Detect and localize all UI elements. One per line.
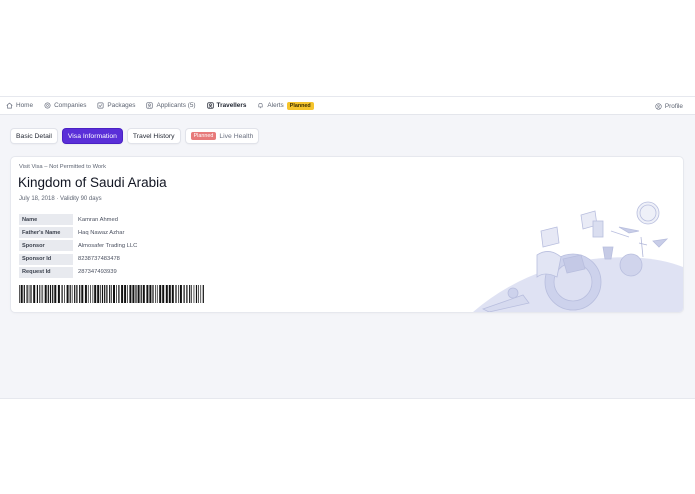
barcode: [19, 285, 204, 303]
tab-travel-history[interactable]: Travel History: [127, 129, 180, 143]
field-value: 8238737483478: [78, 256, 120, 263]
tab-label: Live Health: [219, 132, 254, 140]
visa-country: Kingdom of Saudi Arabia: [18, 175, 167, 190]
home-icon: [6, 102, 13, 109]
nav-label: Travellers: [216, 102, 247, 109]
top-nav: Home Companies Packages Applicants (5) T…: [0, 97, 695, 115]
field-label: Sponsor Id: [19, 253, 73, 265]
applicants-icon: [146, 102, 154, 109]
nav-item-applicants[interactable]: Applicants (5): [146, 102, 196, 109]
nav-item-packages[interactable]: Packages: [97, 102, 135, 109]
profile-label: Profile: [664, 102, 683, 110]
visa-type: Visit Visa – Not Permitted to Work: [19, 164, 106, 170]
field-row: Sponsor Id 8238737483478: [19, 253, 137, 266]
field-row: Name Kamran Ahmed: [19, 213, 137, 226]
planned-badge: Planned: [286, 101, 314, 110]
nav-item-companies[interactable]: Companies: [44, 102, 86, 109]
tab-live-health[interactable]: Planned Live Health: [185, 129, 259, 143]
user-icon: [655, 102, 662, 110]
nav-label: Packages: [107, 102, 136, 109]
field-label: Sponsor: [19, 240, 73, 252]
field-row: Request Id 287347493939: [19, 266, 137, 279]
package-icon: [97, 102, 104, 109]
field-value: Haq Nawaz Azhar: [78, 229, 125, 236]
profile-link[interactable]: Profile: [655, 97, 683, 115]
field-value: 287347493939: [78, 269, 117, 276]
field-row: Sponsor Almosafer Trading LLC: [19, 239, 137, 252]
visa-card: Visit Visa – Not Permitted to Work Kingd…: [11, 157, 683, 312]
nav-label: Applicants (5): [156, 102, 196, 109]
nav-label: Companies: [54, 102, 87, 109]
planned-badge: Planned: [190, 132, 217, 140]
nav-item-home[interactable]: Home: [6, 102, 33, 109]
visa-validity: July 18, 2018 · Validity 90 days: [19, 196, 102, 202]
tab-visa-information[interactable]: Visa Information: [62, 129, 122, 143]
building-icon: [44, 102, 51, 109]
field-value: Almosafer Trading LLC: [78, 242, 138, 249]
traveller-icon: [206, 102, 214, 109]
field-label: Father's Name: [19, 227, 73, 239]
app-shell: Home Companies Packages Applicants (5) T…: [0, 96, 695, 399]
detail-tabs: Basic Detail Visa Information Travel His…: [11, 129, 259, 143]
field-label: Name: [19, 214, 73, 226]
field-row: Father's Name Haq Nawaz Azhar: [19, 226, 137, 239]
nav-item-alerts[interactable]: Alerts Planned: [257, 101, 314, 110]
travel-illustration: [473, 201, 683, 312]
nav-label: Home: [16, 102, 34, 109]
nav-item-travellers[interactable]: Travellers: [206, 102, 247, 109]
tab-basic-detail[interactable]: Basic Detail: [11, 129, 57, 143]
visa-fields: Name Kamran Ahmed Father's Name Haq Nawa…: [19, 213, 137, 279]
field-label: Request Id: [19, 266, 73, 278]
field-value: Kamran Ahmed: [78, 216, 118, 223]
bell-icon: [257, 102, 264, 109]
nav-label: Alerts: [267, 102, 284, 109]
